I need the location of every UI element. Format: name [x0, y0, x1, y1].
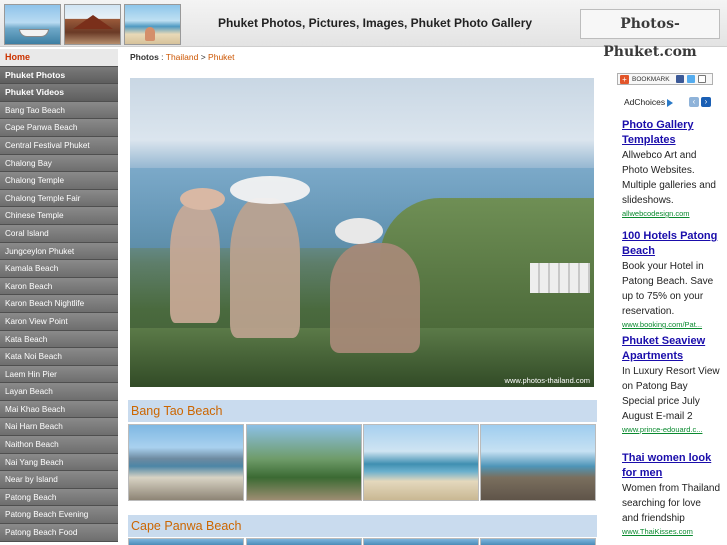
sidebar-item-laem-hin-pier[interactable]: Laem Hin Pier — [0, 365, 118, 384]
sidebar-item-phuket-photos[interactable]: Phuket Photos — [0, 66, 118, 85]
sidebar-item-chalong-temple[interactable]: Chalong Temple — [0, 172, 118, 190]
facebook-icon — [676, 75, 684, 83]
site-header: Phuket Photos, Pictures, Images, Phuket … — [0, 0, 727, 60]
header-photo-boat[interactable] — [4, 4, 61, 45]
sun-hat-shape — [230, 176, 310, 204]
section-title-cape-panwa[interactable]: Cape Panwa Beach — [128, 515, 597, 537]
breadcrumb-link-phuket[interactable]: Phuket — [208, 52, 234, 62]
plus-icon: + — [620, 75, 629, 84]
sidebar-item-central-festival-phuket[interactable]: Central Festival Phuket — [0, 136, 118, 155]
sidebar-item-chalong-bay[interactable]: Chalong Bay — [0, 154, 118, 173]
email-icon — [698, 75, 706, 83]
header-photo-beach[interactable] — [124, 4, 181, 45]
sidebar-item-coral-island[interactable]: Coral Island — [0, 224, 118, 243]
ad-title-link[interactable]: Photo Gallery Templates — [622, 118, 720, 148]
gallery-thumbnail[interactable] — [246, 424, 362, 501]
sidebar-item-patong-beach-food[interactable]: Patong Beach Food — [0, 524, 118, 542]
section-title-bang-tao[interactable]: Bang Tao Beach — [128, 400, 597, 422]
gallery-thumbnail[interactable] — [363, 538, 479, 545]
sidebar-item-karon-view-point[interactable]: Karon View Point — [0, 312, 118, 331]
sidebar-item-chalong-temple-fair[interactable]: Chalong Temple Fair — [0, 189, 118, 208]
sidebar-item-mai-khao-beach[interactable]: Mai Khao Beach — [0, 400, 118, 419]
boat-shape — [19, 29, 49, 37]
sidebar-item-kamala-beach[interactable]: Kamala Beach — [0, 260, 118, 278]
gallery-thumbnail[interactable] — [480, 424, 596, 501]
gallery-thumbnail[interactable] — [128, 424, 244, 501]
header-photo-temple[interactable] — [64, 4, 121, 45]
person-figure — [170, 203, 220, 323]
sidebar-item-near-by-island[interactable]: Near by Island — [0, 471, 118, 489]
breadcrumb: Photos : Thailand > Phuket — [130, 52, 235, 62]
bookmark-button[interactable]: + BOOKMARK — [617, 73, 713, 85]
sidebar-item-bang-tao-beach[interactable]: Bang Tao Beach — [0, 101, 118, 120]
sidebar-item-kata-beach[interactable]: Kata Beach — [0, 330, 118, 349]
temple-roof-shape — [73, 15, 113, 29]
ad-unit: Photo Gallery Templates Allwebco Art and… — [622, 118, 720, 219]
ad-url-link[interactable]: allwebcodesign.com — [622, 208, 720, 219]
bookmark-label: BOOKMARK — [632, 76, 670, 83]
breadcrumb-separator: > — [198, 52, 209, 62]
sidebar-nav: Home Phuket Photos Phuket Videos Bang Tao B… — [0, 49, 118, 542]
sidebar-item-chinese-temple[interactable]: Chinese Temple — [0, 207, 118, 225]
twitter-icon — [687, 75, 695, 83]
breadcrumb-separator: : — [158, 52, 166, 62]
resort-buildings — [530, 263, 590, 293]
sidebar-item-jungceylon-phuket[interactable]: Jungceylon Phuket — [0, 242, 118, 261]
ad-unit: Phuket Seaview Apartments In Luxury Reso… — [622, 334, 720, 435]
ad-column: AdChoices ‹ › Photo Gallery Templates Al… — [611, 93, 727, 545]
chevron-right-icon[interactable]: › — [701, 97, 711, 107]
sidebar-item-kata-noi-beach[interactable]: Kata Noi Beach — [0, 348, 118, 366]
cap-shape — [335, 218, 383, 244]
page-title: Phuket Photos, Pictures, Images, Phuket … — [217, 16, 533, 30]
ad-title-link[interactable]: Phuket Seaview Apartments — [622, 334, 720, 364]
ad-choices[interactable]: AdChoices — [624, 97, 674, 107]
ad-choices-label: AdChoices — [624, 97, 666, 107]
gallery-thumbnail[interactable] — [128, 538, 244, 545]
ad-url-link[interactable]: www.booking.com/Pat... — [622, 319, 720, 330]
ad-text: Allwebco Art and Photo Websites. Multipl… — [622, 150, 716, 206]
gallery-thumbnail[interactable] — [363, 424, 479, 501]
sidebar-item-patong-beach-evening[interactable]: Patong Beach Evening — [0, 506, 118, 525]
chevron-left-icon[interactable]: ‹ — [689, 97, 699, 107]
person-figure — [330, 243, 420, 353]
head-shape — [180, 188, 225, 210]
ad-url-link[interactable]: www.ThaiKisses.com — [622, 526, 720, 537]
child-shape — [145, 27, 155, 41]
sidebar-item-naithon-beach[interactable]: Naithon Beach — [0, 436, 118, 454]
sidebar-item-karon-beach[interactable]: Karon Beach — [0, 277, 118, 296]
sidebar-item-nai-harn-beach[interactable]: Nai Harn Beach — [0, 418, 118, 437]
sidebar-item-layan-beach[interactable]: Layan Beach — [0, 383, 118, 401]
sidebar-item-phuket-videos[interactable]: Phuket Videos — [0, 84, 118, 102]
sidebar-item-patong-beach[interactable]: Patong Beach — [0, 488, 118, 507]
hero-photo[interactable]: www.photos-thailand.com — [130, 78, 594, 387]
ad-text: Women from Thailand searching for love a… — [622, 483, 721, 524]
ad-title-link[interactable]: 100 Hotels Patong Beach — [622, 229, 720, 259]
ad-title-link[interactable]: Thai women look for men — [622, 451, 720, 481]
ad-unit: 100 Hotels Patong Beach Book your Hotel … — [622, 229, 720, 330]
photo-watermark: www.photos-thailand.com — [504, 376, 590, 385]
person-figure — [230, 198, 300, 338]
ad-text: Book your Hotel in Patong Beach. Save up… — [622, 261, 714, 317]
sidebar-item-home[interactable]: Home — [0, 49, 118, 67]
sidebar-item-nai-yang-beach[interactable]: Nai Yang Beach — [0, 453, 118, 472]
sidebar-item-karon-beach-nightlife[interactable]: Karon Beach Nightlife — [0, 295, 118, 313]
ad-unit: Thai women look for men Women from Thail… — [622, 451, 720, 537]
sidebar-item-cape-panwa-beach[interactable]: Cape Panwa Beach — [0, 119, 118, 137]
breadcrumb-root: Photos — [130, 52, 159, 62]
breadcrumb-link-thailand[interactable]: Thailand — [166, 52, 199, 62]
ad-url-link[interactable]: www.prince-edouard.c... — [622, 424, 720, 435]
adchoices-icon — [667, 98, 674, 107]
ad-text: In Luxury Resort View on Patong Bay Spec… — [622, 366, 720, 422]
site-logo[interactable]: Photos-Phuket.com — [580, 9, 720, 60]
gallery-thumbnail[interactable] — [480, 538, 596, 545]
gallery-thumbnail[interactable] — [246, 538, 362, 545]
